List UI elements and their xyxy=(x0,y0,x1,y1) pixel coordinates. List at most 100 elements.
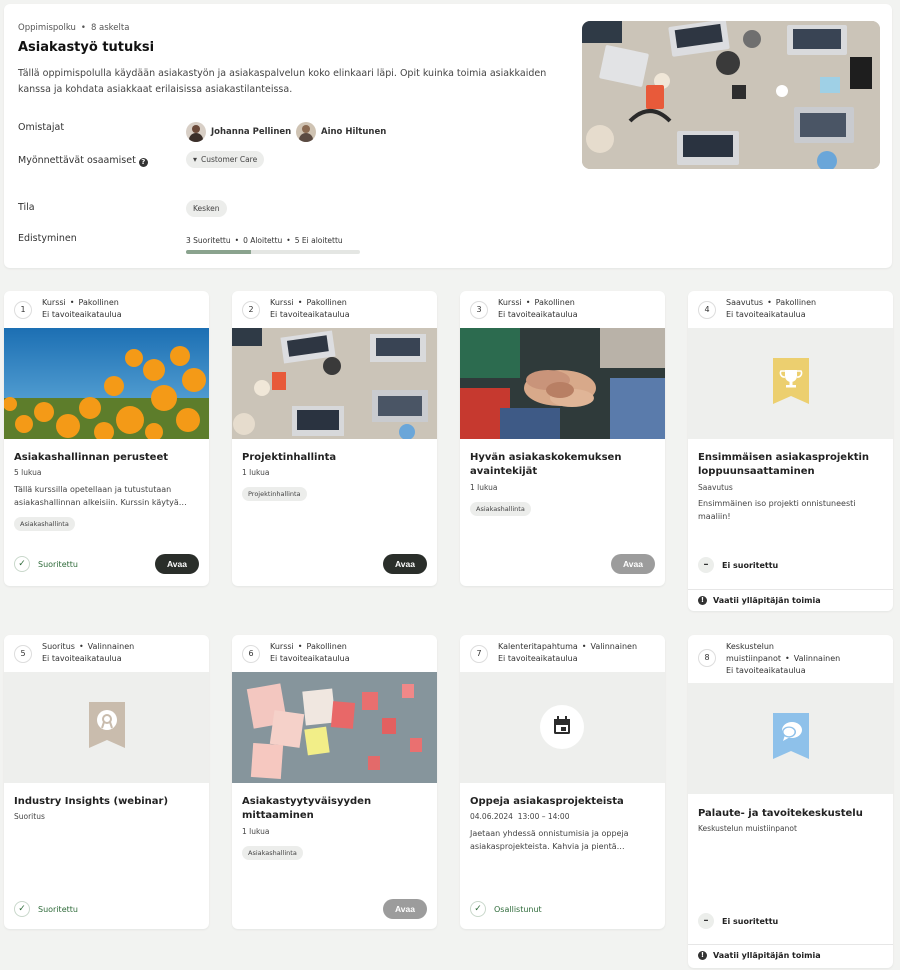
step-meta: Saavutus • Pakollinen Ei tavoiteaikataulua xyxy=(726,298,817,319)
step-number: 8 xyxy=(698,649,716,667)
step-number: 1 xyxy=(14,301,32,319)
learning-path-image xyxy=(582,21,880,169)
card-title[interactable]: Hyvän asiakaskokemuksen avaintekijät xyxy=(470,451,658,479)
event-datetime: 04.06.2024 13:00 – 14:00 xyxy=(470,812,570,821)
item-type: Saavutus xyxy=(698,483,733,492)
step-card-2[interactable]: 2 Kurssi • Pakollinen Ei tavoiteaikataulua … xyxy=(232,291,437,586)
chapter-count: 5 lukua xyxy=(14,468,42,477)
chapter-count: 1 lukua xyxy=(242,827,270,836)
card-title[interactable]: Projektinhallinta xyxy=(242,451,430,465)
badge-ribbon-icon xyxy=(89,702,125,748)
course-image xyxy=(232,328,437,439)
card-title[interactable]: Asiakastyytyväisyyden mittaaminen xyxy=(242,795,430,823)
page-title: Asiakastyö tutuksi xyxy=(18,40,155,55)
minus-icon: – xyxy=(698,913,714,929)
step-meta: Suoritus • Valinnainen Ei tavoiteaikataulua xyxy=(42,642,135,663)
ribbon-icon: ▾ xyxy=(193,155,198,164)
skill-chip: ▾ Customer Care xyxy=(186,151,265,168)
step-card-1[interactable]: 1 Kurssi • Pakollinen Ei tavoiteaikataulua … xyxy=(4,291,209,586)
progress-bar xyxy=(186,250,360,254)
item-type: Suoritus xyxy=(14,812,45,821)
breadcrumb: Oppimispolku • 8 askelta xyxy=(18,23,130,33)
avatar xyxy=(186,122,206,142)
owner-name: Johanna Pellinen xyxy=(211,127,292,137)
conversation-image xyxy=(688,683,893,794)
step-meta: Kurssi • Pakollinen Ei tavoiteaikataulua xyxy=(270,298,350,319)
breadcrumb-type: Oppimispolku xyxy=(18,23,76,33)
chapter-count: 1 lukua xyxy=(242,468,270,477)
owner-name: Aino Hiltunen xyxy=(321,127,387,137)
trophy-ribbon-icon xyxy=(773,358,809,404)
open-button[interactable]: Avaa xyxy=(154,554,199,574)
status-indicator: ✓ Suoritettu xyxy=(14,556,78,572)
course-image xyxy=(232,672,437,783)
chat-ribbon-icon xyxy=(773,713,809,759)
status-indicator: – Ei suoritettu xyxy=(698,913,778,929)
card-title[interactable]: Industry Insights (webinar) xyxy=(14,795,202,809)
topic-tag: Asiakashallinta xyxy=(470,502,531,516)
open-button[interactable]: Avaa xyxy=(610,554,655,574)
check-icon: ✓ xyxy=(14,556,30,572)
progress-label: Edistyminen xyxy=(18,233,77,244)
state-label: Tila xyxy=(18,202,35,213)
step-meta: Kurssi • Pakollinen Ei tavoiteaikataulua xyxy=(498,298,578,319)
calendar-icon xyxy=(540,705,584,749)
minus-icon: – xyxy=(698,557,714,573)
status-indicator: ✓ Suoritettu xyxy=(14,901,78,917)
check-icon: ✓ xyxy=(470,901,486,917)
owner-2[interactable]: Aino Hiltunen xyxy=(296,122,386,142)
step-number: 4 xyxy=(698,301,716,319)
step-meta: Kurssi • Pakollinen Ei tavoiteaikataulua xyxy=(270,642,350,663)
admin-action-notice: ! Vaatii ylläpitäjän toimia xyxy=(688,589,893,611)
owner-1[interactable]: Johanna Pellinen xyxy=(186,122,291,142)
status-badge: Kesken xyxy=(186,200,227,217)
step-number: 7 xyxy=(470,645,488,663)
topic-tag: Asiakashallinta xyxy=(242,846,303,860)
help-icon[interactable]: ? xyxy=(138,158,148,167)
step-number: 2 xyxy=(242,301,260,319)
step-card-8[interactable]: 8 Keskustelun muistiinpanot • Valinnainen Ei… xyxy=(688,635,893,968)
completion-image xyxy=(4,672,209,783)
status-indicator: ✓ Osallistunut xyxy=(470,901,542,917)
info-icon: ! xyxy=(698,596,707,605)
step-meta: Keskustelun muistiinpanot • Valinnainen Ei t… xyxy=(726,642,841,675)
step-number: 3 xyxy=(470,301,488,319)
step-card-7[interactable]: 7 Kalenteritapahtuma • Valinnainen Ei tavoi… xyxy=(460,635,665,929)
learning-path-header: Oppimispolku • 8 askelta Asiakastyö tutuks… xyxy=(4,4,892,268)
card-title[interactable]: Oppeja asiakasprojekteista xyxy=(470,795,658,809)
card-description: Ensimmäinen iso projekti onnistuneesti m… xyxy=(698,499,856,521)
admin-action-notice: ! Vaatii ylläpitäjän toimia xyxy=(688,944,893,966)
chapter-count: 1 lukua xyxy=(470,483,498,492)
card-description: Jaetaan yhdessä onnistumisia ja oppeja a… xyxy=(470,829,629,851)
step-number: 6 xyxy=(242,645,260,663)
progress-summary: 3 Suoritettu • 0 Aloitettu • 5 Ei aloitettu xyxy=(186,236,343,245)
step-card-6[interactable]: 6 Kurssi • Pakollinen Ei tavoiteaikataulua … xyxy=(232,635,437,929)
event-image xyxy=(460,672,665,783)
owners-label: Omistajat xyxy=(18,122,65,133)
achievement-image xyxy=(688,328,893,439)
step-number: 5 xyxy=(14,645,32,663)
skills-label: Myönnettävät osaamiset? xyxy=(18,155,148,167)
open-button[interactable]: Avaa xyxy=(382,899,427,919)
card-description: Tällä kurssilla opetellaan ja tutustutaa… xyxy=(14,485,187,507)
status-indicator: – Ei suoritettu xyxy=(698,557,778,573)
info-icon: ! xyxy=(698,951,707,960)
course-image xyxy=(4,328,209,439)
step-meta: Kalenteritapahtuma • Valinnainen Ei tavoite… xyxy=(498,642,638,663)
progress-fill xyxy=(186,250,252,254)
breadcrumb-steps: 8 askelta xyxy=(90,23,130,33)
check-icon: ✓ xyxy=(14,901,30,917)
open-button[interactable]: Avaa xyxy=(382,554,427,574)
card-title[interactable]: Palaute- ja tavoitekeskustelu xyxy=(698,807,886,821)
topic-tag: Projektinhallinta xyxy=(242,487,307,501)
course-image xyxy=(460,328,665,439)
item-type: Keskustelun muistiinpanot xyxy=(698,824,797,833)
page-description: Tällä oppimispolulla käydään asiakastyön… xyxy=(18,68,547,95)
topic-tag: Asiakashallinta xyxy=(14,517,75,531)
card-title[interactable]: Ensimmäisen asiakasprojektin loppuunsaat… xyxy=(698,451,886,479)
step-meta: Kurssi • Pakollinen Ei tavoiteaikataulua xyxy=(42,298,122,319)
step-card-3[interactable]: 3 Kurssi • Pakollinen Ei tavoiteaikataulua … xyxy=(460,291,665,586)
step-card-4[interactable]: 4 Saavutus • Pakollinen Ei tavoiteaikataulu… xyxy=(688,291,893,611)
step-card-5[interactable]: 5 Suoritus • Valinnainen Ei tavoiteaikataul… xyxy=(4,635,209,929)
card-title[interactable]: Asiakashallinnan perusteet xyxy=(14,451,202,465)
